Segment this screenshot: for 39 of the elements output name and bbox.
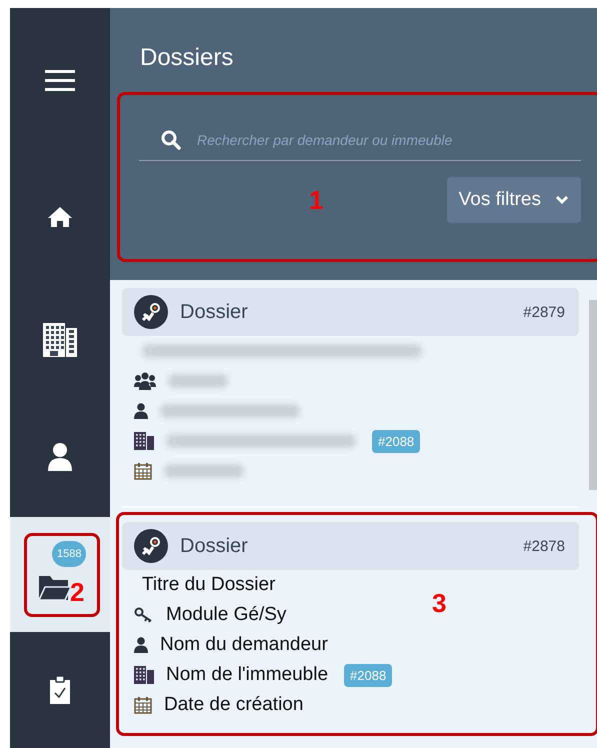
field-text: Nom de l'immeuble	[166, 664, 328, 686]
clipboard-icon	[49, 674, 71, 705]
annotation-number: 1	[309, 184, 324, 216]
person-icon	[134, 403, 148, 419]
field-text: Module Gé/Sy	[166, 604, 286, 626]
calendar-icon	[134, 462, 152, 480]
field-text: Nom du demandeur	[160, 634, 328, 656]
building-icon	[134, 432, 154, 450]
field-text: Titre du Dossier	[142, 574, 276, 596]
scrollbar[interactable]	[589, 300, 597, 490]
search-field[interactable]: Rechercher par demandeur ou immeuble	[195, 131, 581, 149]
blurred-text	[168, 374, 228, 388]
card-title: Dossier	[180, 300, 249, 324]
count-badge: 1588	[52, 540, 86, 567]
annotation-number: 3	[432, 588, 446, 619]
chevron-down-icon	[555, 195, 569, 205]
buildings-icon	[42, 322, 78, 358]
annotation-number: 2	[70, 576, 84, 608]
building-tag: #2088	[344, 664, 392, 686]
group-icon	[134, 372, 156, 390]
card-title: Dossier	[180, 534, 249, 558]
wrench-key-icon	[134, 295, 168, 329]
search-icon	[161, 130, 181, 150]
user-icon	[47, 442, 73, 472]
menu-icon	[45, 69, 75, 92]
filters-button[interactable]: Vos filtres	[446, 177, 581, 223]
field-text: Date de création	[164, 694, 304, 716]
card-number: #2878	[523, 538, 565, 554]
card-number: #2879	[523, 304, 565, 320]
calendar-icon	[134, 696, 152, 714]
wrench-key-icon	[134, 529, 168, 563]
page-title: Dossiers	[140, 44, 234, 72]
person-icon	[134, 637, 148, 653]
card-header[interactable]: Dossier #2879	[122, 288, 579, 336]
building-icon	[134, 666, 154, 684]
card-header[interactable]: Dossier #2878	[122, 522, 579, 570]
key-icon	[134, 607, 154, 623]
home-icon	[47, 206, 73, 228]
building-tag: #2088	[372, 430, 420, 452]
